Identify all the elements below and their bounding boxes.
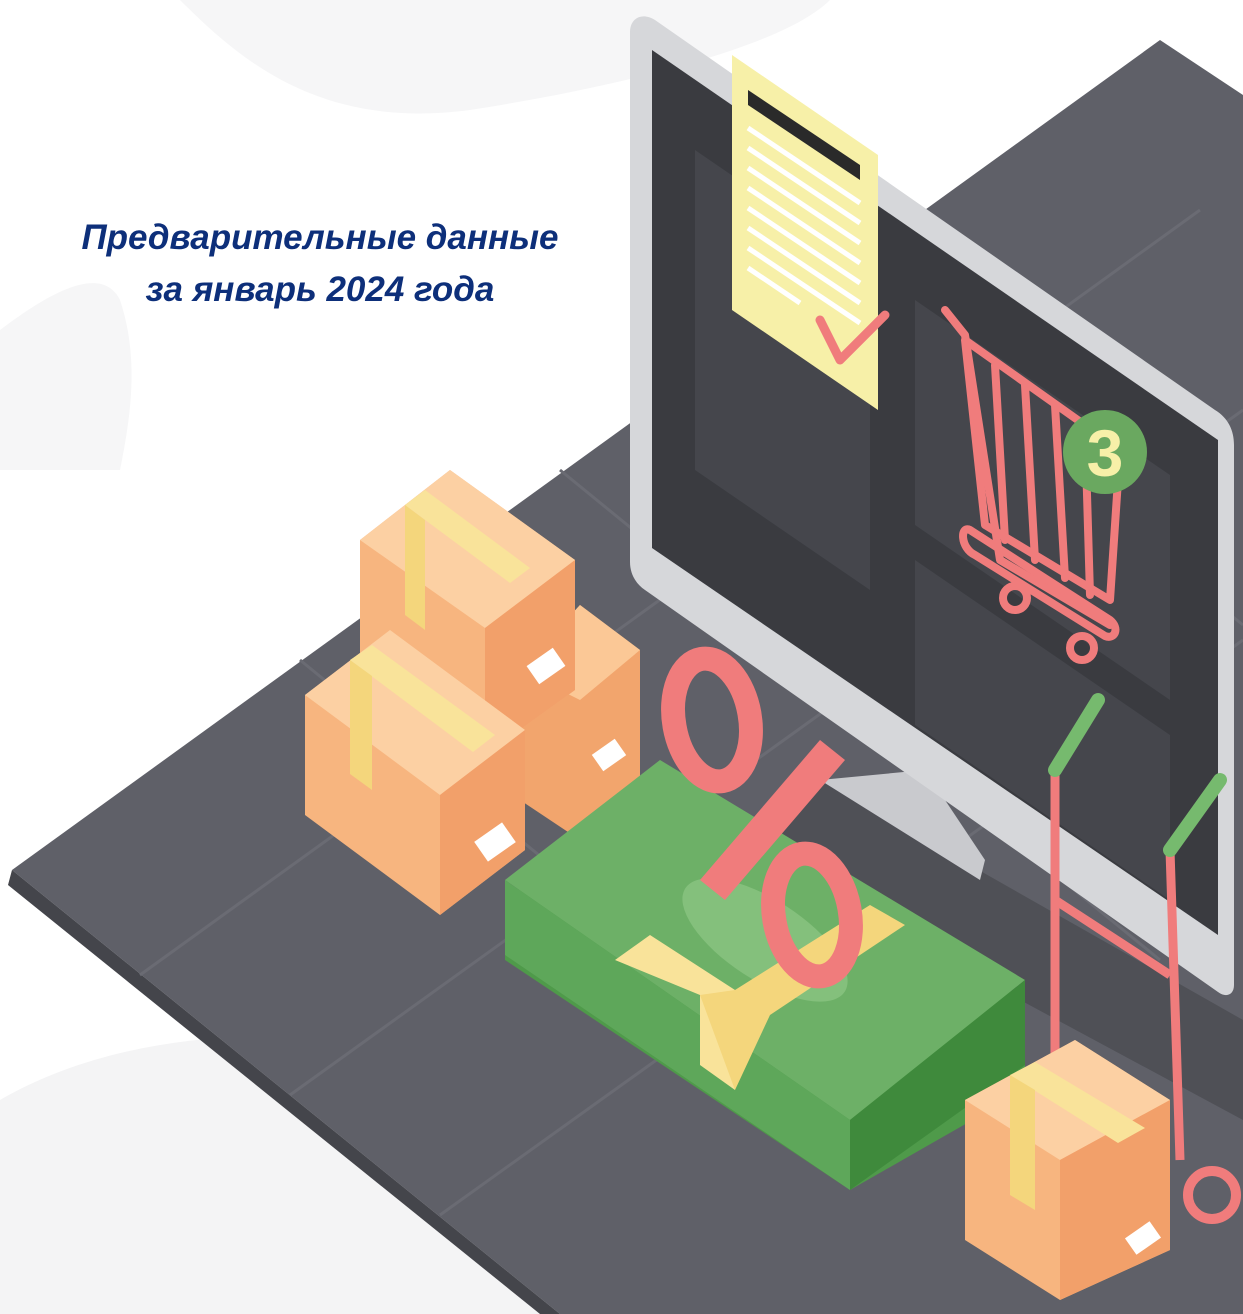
ecommerce-illustration: 3 [0, 0, 1243, 1314]
title-line-2: за январь 2024 года [145, 270, 495, 309]
title-line-1: Предварительные данные [81, 218, 559, 257]
page-title: Предварительные данные за январь 2024 го… [20, 212, 620, 316]
cart-badge-count: 3 [1087, 416, 1124, 490]
promo-slide: 3 Предварительные данные за январь 2024 … [0, 0, 1243, 1314]
